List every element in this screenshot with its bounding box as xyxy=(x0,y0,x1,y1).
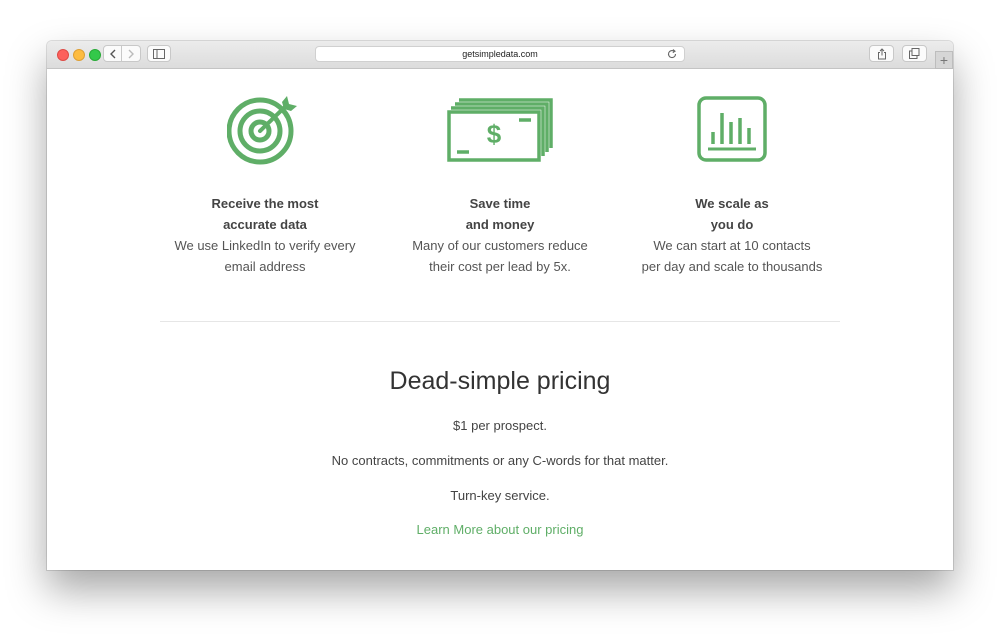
feature-icon-wrapper xyxy=(612,93,852,165)
feature-title-line: We scale as xyxy=(695,196,769,211)
feature-title: Receive the most accurate data xyxy=(145,193,385,235)
sidebar-icon xyxy=(153,48,165,59)
url-text: getsimpledata.com xyxy=(462,49,538,59)
feature-desc-line: Many of our customers reduce xyxy=(412,238,588,253)
learn-more-pricing-link[interactable]: Learn More about our pricing xyxy=(47,522,953,537)
feature-desc-line: We can start at 10 contacts xyxy=(653,238,811,253)
sidebar-toggle-button[interactable] xyxy=(147,45,171,62)
feature-title-line: and money xyxy=(465,217,535,232)
feature-description: Many of our customers reduce their cost … xyxy=(380,235,620,277)
minimize-window-button[interactable] xyxy=(73,49,85,61)
share-icon xyxy=(877,47,886,59)
address-bar[interactable]: getsimpledata.com xyxy=(315,46,685,62)
feature-desc-line: email address xyxy=(224,259,306,274)
back-button[interactable] xyxy=(103,45,122,62)
share-button[interactable] xyxy=(869,45,894,62)
close-window-button[interactable] xyxy=(57,49,69,61)
feature-title-line: you do xyxy=(710,217,754,232)
feature-description: We use LinkedIn to verify every email ad… xyxy=(145,235,385,277)
feature-title: Save time and money xyxy=(380,193,620,235)
feature-scale: We scale as you do We can start at 10 co… xyxy=(612,93,852,277)
target-icon xyxy=(227,96,297,165)
pricing-no-contracts: No contracts, commitments or any C-words… xyxy=(331,453,669,468)
svg-text:$: $ xyxy=(487,119,502,149)
browser-window: getsimpledata.com + Receive the most acc… xyxy=(47,41,953,570)
feature-title: We scale as you do xyxy=(612,193,852,235)
feature-desc-line: per day and scale to thousands xyxy=(641,259,823,274)
show-tabs-button[interactable] xyxy=(902,45,927,62)
feature-icon-wrapper xyxy=(145,93,385,165)
feature-accurate-data: Receive the most accurate data We use Li… xyxy=(145,93,385,277)
feature-desc-line: their cost per lead by 5x. xyxy=(429,259,571,274)
feature-desc-line: We use LinkedIn to verify every xyxy=(174,238,356,253)
feature-title-line: Receive the most xyxy=(211,196,319,211)
feature-icon-wrapper: $ xyxy=(380,93,620,165)
pricing-turnkey: Turn-key service. xyxy=(450,488,550,503)
pricing-title: Dead-simple pricing xyxy=(389,367,611,395)
pricing-price: $1 per prospect. xyxy=(453,418,547,433)
chevron-right-icon xyxy=(128,49,134,58)
money-icon: $ xyxy=(447,98,553,162)
page-content: Receive the most accurate data We use Li… xyxy=(47,69,953,570)
new-tab-button[interactable]: + xyxy=(935,51,953,69)
forward-button[interactable] xyxy=(122,45,141,62)
feature-title-line: Save time xyxy=(469,196,531,211)
tabs-icon xyxy=(909,48,920,59)
feature-title-line: accurate data xyxy=(223,217,307,232)
reload-icon[interactable] xyxy=(666,48,678,60)
feature-description: We can start at 10 contacts per day and … xyxy=(612,235,852,277)
section-divider xyxy=(160,321,840,322)
maximize-window-button[interactable] xyxy=(89,49,101,61)
feature-save-money: $ Save time and money Many of our custom… xyxy=(380,93,620,277)
chevron-left-icon xyxy=(109,49,115,58)
bar-chart-icon xyxy=(697,96,767,162)
browser-toolbar: getsimpledata.com + xyxy=(47,41,953,69)
